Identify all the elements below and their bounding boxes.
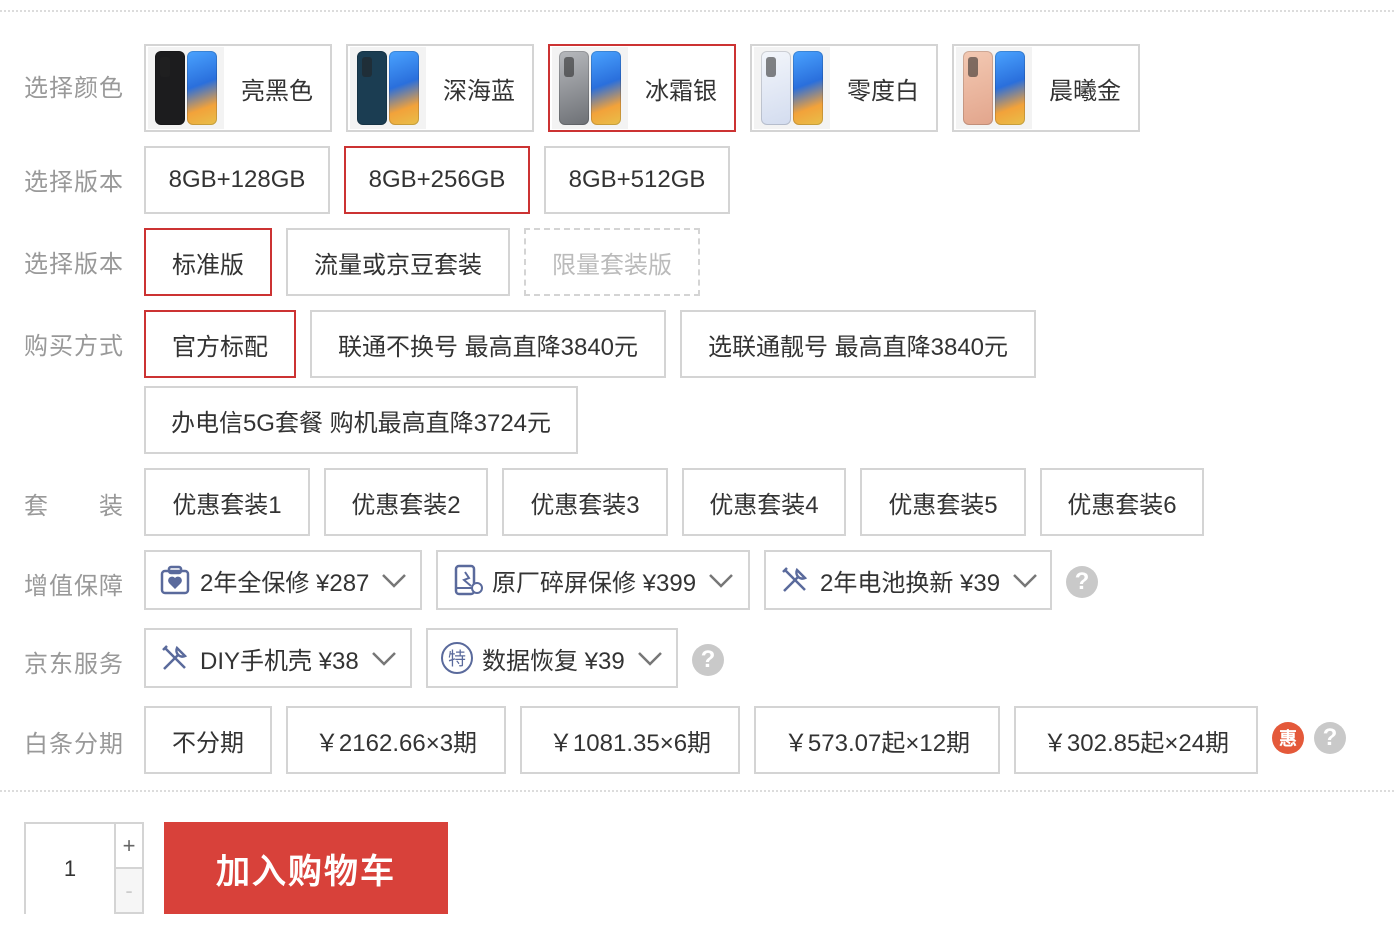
- color-option-label: 亮黑色: [241, 77, 313, 105]
- color-option-gold[interactable]: 晨曦金: [952, 44, 1140, 132]
- top-divider: [0, 10, 1394, 12]
- special-badge-icon: 特: [440, 641, 474, 675]
- jd-service-item-label: DIY手机壳 ¥38: [200, 647, 359, 675]
- warranty-battery-dropdown[interactable]: 2年电池换新 ¥39: [764, 550, 1052, 610]
- installment-help-icon[interactable]: ?: [1314, 722, 1346, 754]
- bundle-option-5[interactable]: 优惠套装5: [860, 468, 1026, 536]
- color-option-white[interactable]: 零度白: [750, 44, 938, 132]
- color-option-blue[interactable]: 深海蓝: [346, 44, 534, 132]
- bundle-option-1[interactable]: 优惠套装1: [144, 468, 310, 536]
- chevron-down-icon: [371, 652, 396, 666]
- edition-option-limited: 限量套装版: [524, 228, 700, 296]
- phone-thumbnail: [350, 47, 426, 129]
- purchase-row-label: 购买方式: [24, 333, 124, 360]
- storage-option-512[interactable]: 8GB+512GB: [544, 146, 730, 214]
- installment-option-3[interactable]: ￥2162.66×3期: [286, 706, 506, 774]
- tools-icon: [778, 563, 812, 597]
- warranty-help-icon[interactable]: ?: [1066, 566, 1098, 598]
- color-option-black[interactable]: 亮黑色: [144, 44, 332, 132]
- warranty-screen-dropdown[interactable]: 原厂碎屏保修 ¥399: [436, 550, 750, 610]
- phone-thumbnail: [148, 47, 224, 129]
- bottom-divider: [0, 790, 1394, 792]
- installment-option-6[interactable]: ￥1081.35×6期: [520, 706, 740, 774]
- warranty-full-2yr-dropdown[interactable]: 2年全保修 ¥287: [144, 550, 422, 610]
- jd-service-item-label: 数据恢复 ¥39: [482, 647, 625, 675]
- tools-icon: [158, 641, 192, 675]
- phone-thumbnail: [754, 47, 830, 129]
- quantity-input[interactable]: [26, 824, 114, 914]
- promo-badge-icon[interactable]: 惠: [1272, 722, 1304, 754]
- bundle-option-2[interactable]: 优惠套装2: [324, 468, 488, 536]
- installment-option-24[interactable]: ￥302.85起×24期: [1014, 706, 1258, 774]
- diy-case-dropdown[interactable]: DIY手机壳 ¥38: [144, 628, 412, 688]
- add-to-cart-button[interactable]: 加入购物车: [164, 822, 448, 914]
- data-recovery-dropdown[interactable]: 特 数据恢复 ¥39: [426, 628, 678, 688]
- purchase-option-unicom-special-number[interactable]: 选联通靓号 最高直降3840元: [680, 310, 1036, 378]
- edition-row-label: 选择版本: [24, 251, 124, 278]
- purchase-option-official[interactable]: 官方标配: [144, 310, 296, 378]
- purchase-option-unicom-keep-number[interactable]: 联通不换号 最高直降3840元: [310, 310, 666, 378]
- color-option-silver[interactable]: 冰霜银: [548, 44, 736, 132]
- quantity-buttons: + -: [114, 824, 142, 912]
- bundle-option-4[interactable]: 优惠套装4: [682, 468, 846, 536]
- storage-row-label: 选择版本: [24, 169, 124, 196]
- phone-screen-icon: [450, 563, 484, 597]
- chevron-down-icon: [637, 652, 662, 666]
- jd-service-help-icon[interactable]: ?: [692, 644, 724, 676]
- color-option-label: 冰霜银: [645, 77, 717, 105]
- edition-option-data-bundle[interactable]: 流量或京豆套装: [286, 228, 510, 296]
- storage-option-128[interactable]: 8GB+128GB: [144, 146, 330, 214]
- storage-option-256[interactable]: 8GB+256GB: [344, 146, 530, 214]
- chevron-down-icon: [709, 574, 733, 588]
- purchase-option-telecom-5g[interactable]: 办电信5G套餐 购机最高直降3724元: [144, 386, 578, 454]
- quantity-decrease-button[interactable]: -: [116, 867, 142, 912]
- color-option-label: 深海蓝: [443, 77, 515, 105]
- chevron-down-icon: [382, 574, 407, 588]
- bundle-row-label: 套 装: [24, 493, 124, 520]
- chevron-down-icon: [1013, 574, 1037, 588]
- quantity-increase-button[interactable]: +: [116, 824, 142, 867]
- jd-service-row-label: 京东服务: [24, 651, 124, 678]
- bundle-option-3[interactable]: 优惠套装3: [502, 468, 668, 536]
- warranty-row-label: 增值保障: [24, 573, 124, 600]
- warranty-item-label: 2年电池换新 ¥39: [820, 569, 1001, 597]
- edition-option-standard[interactable]: 标准版: [144, 228, 272, 296]
- quantity-stepper: + -: [24, 822, 144, 914]
- bundle-option-6[interactable]: 优惠套装6: [1040, 468, 1204, 536]
- installment-row-label: 白条分期: [24, 731, 124, 758]
- shield-heart-icon: [158, 563, 192, 597]
- color-row-label: 选择颜色: [24, 75, 124, 102]
- phone-thumbnail: [956, 47, 1032, 129]
- color-option-label: 零度白: [847, 77, 919, 105]
- warranty-item-label: 原厂碎屏保修 ¥399: [492, 569, 697, 597]
- color-option-label: 晨曦金: [1049, 77, 1121, 105]
- phone-thumbnail: [552, 47, 628, 129]
- warranty-item-label: 2年全保修 ¥287: [200, 569, 370, 597]
- installment-option-12[interactable]: ￥573.07起×12期: [754, 706, 1000, 774]
- installment-option-none[interactable]: 不分期: [144, 706, 272, 774]
